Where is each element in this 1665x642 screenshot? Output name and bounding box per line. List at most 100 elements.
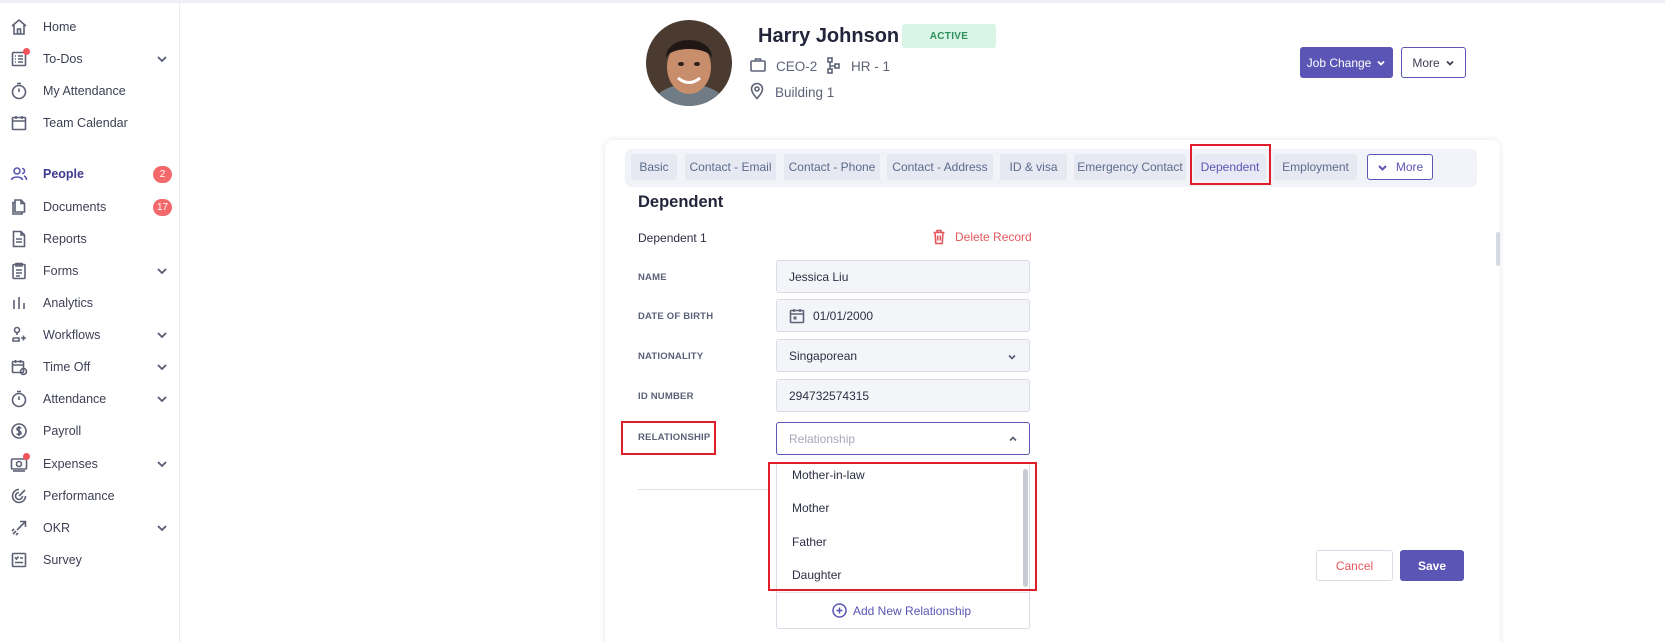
org-chart-icon (826, 56, 842, 77)
record-title: Dependent 1 (638, 231, 707, 245)
sidebar-item-analytics[interactable]: Analytics (0, 289, 180, 317)
tab-more-button[interactable]: More (1367, 154, 1433, 180)
tab-contact-address[interactable]: Contact - Address (887, 154, 993, 180)
tab-more-label: More (1395, 160, 1424, 174)
calendar-icon (10, 114, 28, 132)
nationality-select[interactable]: Singaporean (776, 339, 1030, 372)
trash-icon (933, 229, 945, 245)
sidebar-item-attendance[interactable]: Attendance (0, 385, 180, 413)
dropdown-separator (777, 592, 1029, 593)
chevron-down-icon[interactable] (155, 264, 169, 278)
employee-name: Harry Johnson (758, 25, 900, 47)
highlight-relationship-label (621, 421, 716, 455)
cancel-button[interactable]: Cancel (1316, 550, 1393, 581)
sidebar-item-label: Workflows (43, 328, 101, 342)
chevron-up-icon[interactable] (1008, 433, 1018, 443)
date-of-birth-field[interactable]: 01/01/2000 (776, 299, 1030, 332)
sidebar-item-label: Documents (43, 200, 107, 214)
nationality-label: NATIONALITY (638, 351, 704, 362)
notification-dot (23, 453, 30, 460)
position-info: CEO-2 (749, 56, 817, 77)
sidebar-item-label: Payroll (43, 424, 82, 438)
workflow-icon (10, 326, 28, 344)
relationship-input[interactable] (776, 422, 1030, 455)
sidebar-item-okr[interactable]: OKR (0, 514, 180, 542)
top-border (0, 0, 1665, 3)
documents-count-badge: 17 (153, 199, 172, 216)
sidebar-item-survey[interactable]: Survey (0, 546, 180, 574)
form-divider (638, 489, 768, 490)
job-change-label: Job Change (1306, 55, 1372, 70)
sidebar-item-reports[interactable]: Reports (0, 225, 180, 253)
sidebar-item-forms[interactable]: Forms (0, 257, 180, 285)
time-off-icon (10, 358, 28, 376)
sidebar-item-label: People (43, 167, 84, 181)
name-label: NAME (638, 272, 667, 283)
sidebar-item-my-attendance[interactable]: My Attendance (0, 77, 180, 105)
sidebar-item-documents[interactable]: Documents 17 (0, 193, 180, 221)
delete-record-label: Delete Record (955, 230, 1032, 244)
dob-value: 01/01/2000 (813, 308, 874, 323)
id-number-field[interactable]: 294732574315 (776, 379, 1030, 412)
name-value: Jessica Liu (789, 269, 849, 284)
form-icon (10, 262, 28, 280)
sidebar-item-home[interactable]: Home (0, 13, 180, 41)
department-info: HR - 1 (826, 56, 890, 77)
sidebar-item-label: Time Off (43, 360, 91, 374)
sidebar-item-performance[interactable]: Performance (0, 482, 180, 510)
tab-emergency-contact[interactable]: Emergency Contact (1074, 154, 1186, 180)
sidebar-item-payroll[interactable]: Payroll (0, 417, 180, 445)
stopwatch-icon (10, 82, 28, 100)
section-title: Dependent (638, 193, 724, 211)
sidebar-item-label: Survey (43, 553, 82, 567)
job-change-button[interactable]: Job Change (1300, 47, 1393, 78)
home-icon (10, 18, 28, 36)
report-icon (10, 230, 28, 248)
sidebar-item-time-off[interactable]: Time Off (0, 353, 180, 381)
sidebar: Home To-Dos My Attendance Team Calendar … (0, 3, 180, 642)
chevron-down-icon (1007, 351, 1017, 361)
sidebar-item-label: Forms (43, 264, 79, 278)
add-new-relationship-button[interactable]: Add New Relationship (832, 603, 971, 618)
sidebar-item-expenses[interactable]: Expenses (0, 450, 180, 478)
tab-contact-phone[interactable]: Contact - Phone (784, 154, 880, 180)
bar-chart-icon (10, 294, 28, 312)
avatar (646, 20, 732, 106)
position-text: CEO-2 (776, 59, 818, 74)
more-actions-button[interactable]: More (1401, 47, 1466, 78)
sidebar-item-team-calendar[interactable]: Team Calendar (0, 109, 180, 137)
tab-id-visa[interactable]: ID & visa (1000, 154, 1067, 180)
sidebar-item-todos[interactable]: To-Dos (0, 45, 180, 73)
tab-employment[interactable]: Employment (1274, 154, 1357, 180)
sidebar-item-label: Team Calendar (43, 116, 128, 130)
id-number-label: ID NUMBER (638, 391, 694, 402)
location-text: Building 1 (775, 85, 835, 100)
chevron-down-icon[interactable] (155, 360, 169, 374)
sidebar-item-label: Expenses (43, 457, 98, 471)
sidebar-item-workflows[interactable]: Workflows (0, 321, 180, 349)
people-icon (10, 165, 28, 183)
notification-dot (23, 48, 30, 55)
card-scrollbar[interactable] (1496, 232, 1500, 266)
calendar-icon[interactable] (789, 308, 805, 324)
chevron-down-icon (1378, 164, 1387, 171)
tab-contact-email[interactable]: Contact - Email (685, 154, 776, 180)
chevron-down-icon[interactable] (155, 392, 169, 406)
more-label: More (1412, 55, 1440, 70)
name-field[interactable]: Jessica Liu (776, 260, 1030, 293)
chevron-down-icon[interactable] (155, 328, 169, 342)
tab-basic[interactable]: Basic (631, 154, 677, 180)
chevron-down-icon[interactable] (155, 457, 169, 471)
sidebar-item-people[interactable]: People 2 (0, 160, 180, 188)
chevron-down-icon[interactable] (155, 52, 169, 66)
briefcase-icon (749, 56, 767, 77)
chevron-down-icon[interactable] (155, 521, 169, 535)
sidebar-item-label: Analytics (43, 296, 94, 310)
chevron-down-icon (1377, 60, 1385, 66)
save-button[interactable]: Save (1400, 550, 1464, 581)
highlight-relationship-options (768, 462, 1037, 591)
status-badge: ACTIVE (902, 24, 996, 48)
delete-record-button[interactable]: Delete Record (932, 229, 1032, 245)
survey-icon (10, 551, 28, 569)
chevron-down-icon (1446, 60, 1454, 66)
